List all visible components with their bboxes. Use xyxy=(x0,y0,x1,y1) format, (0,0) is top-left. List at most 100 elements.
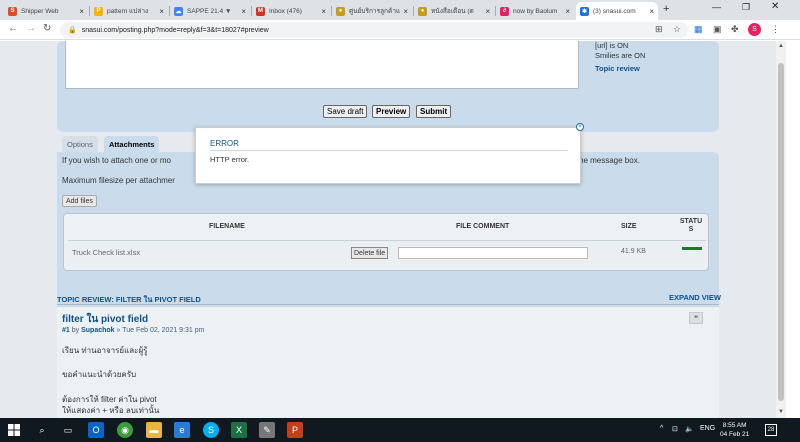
expand-view-link[interactable]: EXPAND VIEW xyxy=(669,293,721,302)
delete-file-button[interactable]: Delete file xyxy=(351,247,389,259)
notification-center-icon[interactable]: 28 xyxy=(765,424,777,436)
address-bar[interactable]: 🔒 snasui.com/posting.php?mode=reply&f=3&… xyxy=(60,22,688,38)
skype-icon[interactable]: S xyxy=(203,422,219,438)
cloud-favicon-icon: ☁ xyxy=(174,6,183,16)
dialog-close-icon[interactable]: × xyxy=(576,123,584,131)
tab-attachments[interactable]: Attachments xyxy=(104,136,160,152)
post-meta: #1 by Supachok » Tue Feb 02, 2021 9:31 p… xyxy=(62,327,204,334)
bookmark-star-icon[interactable]: ☆ xyxy=(673,24,681,35)
gmail-favicon-icon: M xyxy=(256,6,265,16)
reload-icon[interactable]: ↻ xyxy=(43,23,51,34)
outlook-icon[interactable]: O xyxy=(88,422,104,438)
tab-sappe[interactable]: ☁ SAPPE 21.4 ▼ × xyxy=(170,2,250,20)
submit-button[interactable]: Submit xyxy=(416,105,452,118)
review-post: filter ใน pivot field #1 by Supachok » T… xyxy=(57,307,719,418)
tab-snasui-active[interactable]: ✱ (3) snasui.com × xyxy=(576,2,658,20)
network-icon[interactable]: ⊡ xyxy=(672,425,678,433)
max-filesize-text: Maximum filesize per attachmer xyxy=(62,176,175,185)
tab-label: Shipper Web xyxy=(21,7,59,15)
puzzle-icon[interactable]: ✤ xyxy=(731,24,739,35)
back-icon[interactable]: ← xyxy=(8,23,18,34)
browser-tab-bar: S Shipper Web × P pattern แปล่าง × ☁ SAP… xyxy=(0,0,800,20)
scroll-down-icon[interactable]: ▼ xyxy=(778,409,784,415)
menu-kebab-icon[interactable]: ⋮ xyxy=(771,24,780,35)
system-clock[interactable]: 8:55 AM 04 Feb 21 xyxy=(720,421,749,439)
tab-shipper-web[interactable]: S Shipper Web × xyxy=(4,2,88,20)
task-view-icon[interactable]: ▭ xyxy=(60,422,76,438)
save-draft-button[interactable]: Save draft xyxy=(323,105,368,118)
paint-icon[interactable]: ✎ xyxy=(259,422,275,438)
scrollbar-thumb[interactable] xyxy=(778,63,784,401)
volume-icon[interactable]: 🔈 xyxy=(685,425,694,433)
pattern-favicon-icon: P xyxy=(94,6,103,16)
tab-label: Inbox (476) xyxy=(269,7,302,15)
windows-start-icon[interactable] xyxy=(6,422,22,438)
close-window-icon[interactable]: ✕ xyxy=(771,1,779,12)
post-line: ขอคำแนะนำด้วยครับ xyxy=(62,370,137,379)
preview-button[interactable]: Preview xyxy=(372,105,411,118)
scroll-up-icon[interactable]: ▲ xyxy=(778,43,784,49)
table-row: Truck Check list.xlsx Delete file 41.9 K… xyxy=(68,240,706,264)
error-message: HTTP error. xyxy=(210,155,250,164)
new-tab-button[interactable]: + xyxy=(663,3,669,15)
forward-icon[interactable]: → xyxy=(26,23,36,34)
windows-taskbar: ⌕ ▭ O ◉ ▬ e S X ✎ P ^ ⊡ 🔈 ENG 8:55 AM 04… xyxy=(0,418,800,442)
excel-icon[interactable]: X xyxy=(231,422,247,438)
post-author[interactable]: Supachok xyxy=(81,327,114,334)
add-files-button[interactable]: Add files xyxy=(62,195,97,207)
lock-icon: 🔒 xyxy=(68,27,77,34)
error-title: ERROR xyxy=(210,139,239,148)
quote-icon[interactable]: ❝ xyxy=(689,312,703,324)
close-tab-icon[interactable]: × xyxy=(159,7,164,16)
close-tab-icon[interactable]: × xyxy=(485,7,490,16)
error-dialog: ERROR HTTP error. xyxy=(195,127,581,184)
post-date: » Tue Feb 02, 2021 9:31 pm xyxy=(116,327,205,334)
minimize-icon[interactable]: — xyxy=(712,2,721,12)
tab-label: ศูนย์บริการลูกค้าแ xyxy=(349,8,401,15)
topic-review-link[interactable]: Topic review xyxy=(595,64,645,74)
tab-pattern[interactable]: P pattern แปล่าง × xyxy=(90,2,168,20)
file-explorer-icon[interactable]: ▬ xyxy=(146,422,162,438)
close-tab-icon[interactable]: × xyxy=(321,7,326,16)
close-tab-icon[interactable]: × xyxy=(649,7,654,16)
status-header: STATU S xyxy=(679,218,703,233)
page-viewport: [url] is ON Smilies are ON Topic review … xyxy=(0,41,776,418)
language-indicator[interactable]: ENG xyxy=(700,425,715,432)
attach-instructions: If you wish to attach one or mo xyxy=(62,156,171,165)
extension-icon[interactable]: ▣ xyxy=(713,24,722,35)
translate-icon[interactable]: ⊞ xyxy=(655,24,663,35)
post-title[interactable]: filter ใน pivot field xyxy=(62,312,148,327)
tab-notice-letter[interactable]: ● หนังสือเตือน (ต × xyxy=(414,2,494,20)
file-size: 41.9 KB xyxy=(621,248,646,255)
tab-options[interactable]: Options xyxy=(62,136,98,152)
chrome-icon[interactable]: ◉ xyxy=(117,422,133,438)
file-comment-header: FILE COMMENT xyxy=(456,223,510,230)
clock-date: 04 Feb 21 xyxy=(720,431,750,438)
divider xyxy=(57,304,719,305)
post-id[interactable]: #1 xyxy=(62,327,70,334)
attach-instructions-tail: he message box. xyxy=(579,156,640,165)
maximize-icon[interactable]: ❐ xyxy=(742,2,750,13)
tab-baolum[interactable]: ∂ now by Baolum × xyxy=(496,2,574,20)
edge-icon[interactable]: e xyxy=(174,422,190,438)
tab-service-center[interactable]: ● ศูนย์บริการลูกค้าแ × xyxy=(332,2,412,20)
tab-gmail-inbox[interactable]: M Inbox (476) × xyxy=(252,2,330,20)
page-scrollbar[interactable]: ▲ ▼ xyxy=(776,41,786,418)
windows-extension-icon[interactable]: ▦ xyxy=(694,24,703,35)
close-tab-icon[interactable]: × xyxy=(241,7,246,16)
close-tab-icon[interactable]: × xyxy=(565,7,570,16)
tray-chevron-icon[interactable]: ^ xyxy=(660,425,663,432)
search-icon[interactable]: ⌕ xyxy=(34,422,50,438)
file-comment-input[interactable] xyxy=(398,247,588,259)
smilies-status-text: Smilies are ON xyxy=(595,51,646,60)
size-header: SIZE xyxy=(621,223,637,230)
close-tab-icon[interactable]: × xyxy=(79,7,84,16)
close-tab-icon[interactable]: × xyxy=(403,7,408,16)
powerpoint-icon[interactable]: P xyxy=(287,422,303,438)
posting-options-sidebar: [url] is ON Smilies are ON Topic review xyxy=(595,41,645,74)
shipper-favicon-icon: S xyxy=(8,6,17,16)
profile-avatar[interactable]: S xyxy=(748,23,761,36)
message-textarea[interactable] xyxy=(65,41,579,89)
attachments-table: FILENAME FILE COMMENT SIZE STATU S Truck… xyxy=(63,213,709,271)
file-name[interactable]: Truck Check list.xlsx xyxy=(72,248,140,257)
